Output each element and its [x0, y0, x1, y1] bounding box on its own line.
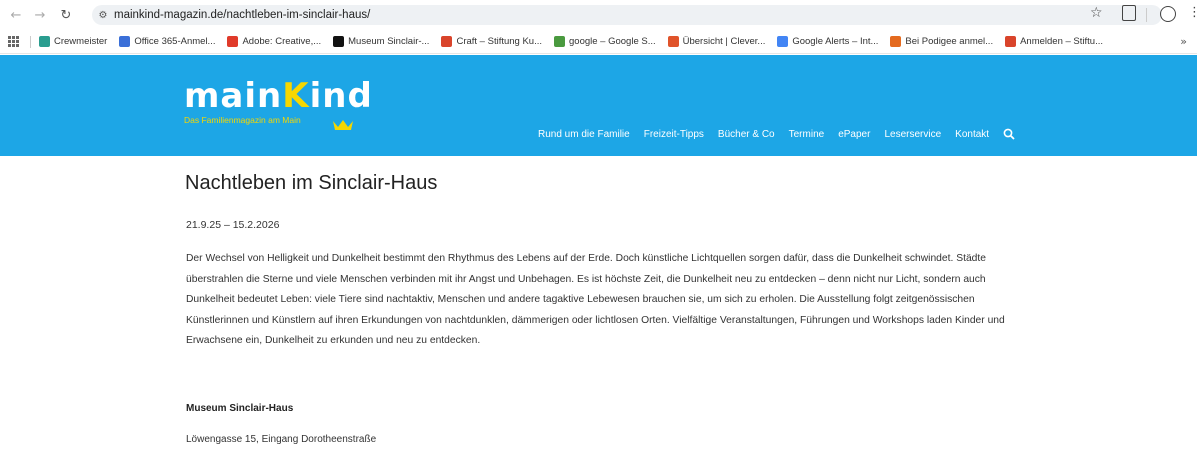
site-header: mainKind Das Familienmagazin am Main Run…	[0, 55, 1197, 156]
nav-item[interactable]: Freizeit-Tipps	[644, 129, 704, 140]
bookmark-favicon-icon	[441, 36, 453, 47]
bookmark-item[interactable]: google – Google S...	[554, 36, 656, 47]
bookmark-favicon-icon	[227, 36, 239, 47]
bookmarks-divider	[30, 35, 31, 48]
bookmark-favicon-icon	[667, 36, 679, 47]
nav-item[interactable]: Kontakt	[955, 129, 989, 140]
bookmark-favicon-icon	[39, 36, 50, 47]
bookmark-label: Crewmeister	[54, 36, 108, 47]
bookmark-item[interactable]: Bei Podigee anmel...	[890, 36, 993, 47]
bookmark-label: Office 365-Anmel...	[134, 36, 216, 47]
bookmark-label: Übersicht | Clever...	[682, 36, 766, 47]
bookmark-favicon-icon	[119, 36, 131, 47]
bookmark-label: Adobe: Creative,...	[242, 36, 322, 47]
forward-arrow-icon[interactable]: →	[30, 5, 50, 25]
bookmark-label: Museum Sinclair-...	[348, 36, 430, 47]
site-logo[interactable]: mainKind Das Familienmagazin am Main	[184, 76, 373, 139]
bookmark-favicon-icon	[777, 36, 789, 47]
nav-item[interactable]: Leserservice	[884, 129, 941, 140]
site-info-icon[interactable]: ⚙	[92, 5, 114, 25]
nav-item[interactable]: Rund um die Familie	[538, 129, 630, 140]
bookmark-item[interactable]: Office 365-Anmel...	[119, 36, 215, 47]
venue-address: Löwengasse 15, Eingang Dorotheenstraße	[186, 434, 377, 445]
nav-item[interactable]: Termine	[789, 129, 825, 140]
browser-menu-icon[interactable]: ⋮	[1188, 5, 1197, 20]
bookmark-favicon-icon	[554, 36, 565, 47]
article-body: Der Wechsel von Helligkeit und Dunkelhei…	[186, 253, 1005, 346]
profile-icon[interactable]	[1160, 6, 1176, 22]
crown-icon	[333, 120, 353, 130]
bookmark-item[interactable]: Crewmeister	[39, 36, 107, 47]
apps-grid-icon[interactable]	[8, 35, 20, 48]
venue-name: Museum Sinclair-Haus	[186, 403, 294, 414]
bookmark-label: google – Google S...	[569, 36, 656, 47]
bookmark-item[interactable]: Museum Sinclair-...	[333, 36, 429, 47]
bookmark-label: Anmelden – Stiftu...	[1020, 36, 1104, 47]
bookmark-star-icon[interactable]: ☆	[1090, 5, 1103, 21]
back-arrow-icon[interactable]: ←	[6, 5, 26, 25]
nav-item[interactable]: Bücher & Co	[718, 129, 775, 140]
bookmark-item[interactable]: Übersicht | Clever...	[667, 36, 766, 47]
bookmarks-bar: Crewmeister Office 365-Anmel... Adobe: Cre…	[0, 30, 1197, 54]
bookmark-item[interactable]: Google Alerts – Int...	[777, 36, 878, 47]
event-date: 21.9.25 – 15.2.2026	[186, 219, 280, 231]
page-title: Nachtleben im Sinclair-Haus	[185, 172, 438, 194]
bookmark-label: Bei Podigee anmel...	[905, 36, 994, 47]
logo-wordmark: mainKind	[184, 76, 373, 116]
bookmark-favicon-icon	[890, 36, 902, 47]
bookmark-item[interactable]: Adobe: Creative,...	[227, 36, 321, 47]
bookmark-favicon-icon	[1005, 36, 1017, 47]
bookmark-favicon-icon	[333, 36, 345, 47]
extensions-icon[interactable]	[1122, 5, 1136, 21]
main-navigation: Rund um die Familie Freizeit-Tipps Bücher …	[538, 128, 1015, 140]
nav-item[interactable]: ePaper	[838, 129, 870, 140]
address-bar[interactable]: ⚙ mainkind-magazin.de/nachtleben-im-sinc…	[92, 5, 1162, 25]
more-bookmarks-icon[interactable]: »	[1180, 35, 1187, 48]
bookmark-item[interactable]: Anmelden – Stiftu...	[1005, 36, 1103, 47]
bookmark-label: Craft – Stiftung Ku...	[456, 36, 542, 47]
bookmark-item[interactable]: Craft – Stiftung Ku...	[441, 36, 542, 47]
address-url[interactable]: mainkind-magazin.de/nachtleben-im-sincla…	[114, 9, 370, 21]
browser-toolbar: ← → ↻ ⚙ mainkind-magazin.de/nachtleben-i…	[0, 0, 1197, 30]
bookmark-label: Google Alerts – Int...	[792, 36, 879, 47]
toolbar-divider	[1146, 8, 1147, 22]
reload-icon[interactable]: ↻	[56, 5, 76, 25]
search-icon[interactable]	[1003, 128, 1015, 140]
